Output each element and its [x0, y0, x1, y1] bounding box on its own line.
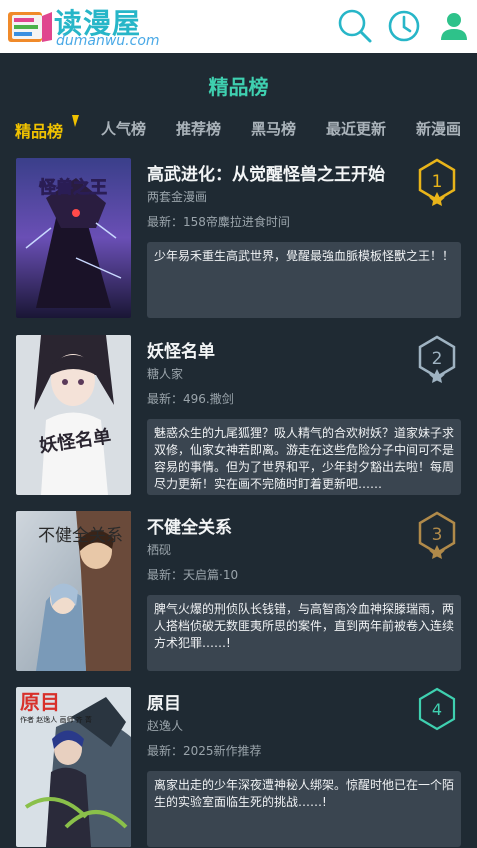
ranking-tabs: 精品榜 人气榜 推荐榜 黑马榜 最近更新 新漫画	[0, 115, 477, 142]
comic-title[interactable]: 高武进化：从觉醒怪兽之王开始	[147, 160, 385, 185]
comic-description: 脾气火爆的刑侦队长钱错，与高智商冷血神探滕瑞雨，两人搭档侦破无数匪夷所思的案件，…	[147, 595, 461, 671]
comic-author: 赵逸人	[147, 719, 184, 733]
logo-book-icon	[8, 12, 52, 42]
comic-description: 魅惑众生的九尾狐狸？吸人精气的合欢树妖？道家妹子求双修，仙家女神若即离。游走在这…	[147, 419, 461, 495]
rank-1-badge-icon: 1	[418, 158, 456, 206]
cover-title-art: 原目	[20, 690, 60, 714]
comic-title[interactable]: 原目	[147, 689, 181, 714]
list-item[interactable]: 不健全关系 不健全关系 栖砚 最新：天启篇·10 脾气火爆的刑侦队长钱错，与高智…	[16, 511, 462, 671]
cover-credit-text: 作者 赵逸人 画师 齐 菁	[20, 715, 92, 724]
tab-xinmanhua[interactable]: 新漫画	[416, 118, 461, 139]
comic-description: 少年易禾重生高武世界，覺醒最強血脈模板怪獸之王！！	[147, 242, 461, 318]
cover-title-art: 不健全关系	[38, 526, 123, 546]
rank-number: 1	[432, 172, 443, 192]
latest-chapter[interactable]: 最新：天启篇·10	[147, 566, 238, 583]
tab-heima[interactable]: 黑马榜	[251, 118, 296, 139]
tab-tuijian[interactable]: 推荐榜	[176, 118, 221, 139]
search-icon[interactable]	[337, 8, 373, 44]
latest-chapter[interactable]: 最新：2025新作推荐	[147, 742, 262, 759]
comic-author: 两套金漫画	[147, 190, 208, 204]
tab-renqi[interactable]: 人气榜	[101, 118, 146, 139]
cover-image[interactable]: 不健全关系	[16, 511, 131, 671]
user-icon[interactable]	[436, 8, 472, 44]
history-clock-icon[interactable]	[386, 8, 422, 44]
comic-author: 糖人家	[147, 367, 184, 381]
rank-2-badge-icon: 2	[418, 335, 456, 383]
app-header: 读漫屋 dumanwu.com	[0, 0, 477, 53]
rank-number: 3	[432, 525, 443, 545]
active-tab-marker-icon	[72, 115, 79, 127]
page-title: 精品榜	[208, 75, 269, 99]
list-item[interactable]: 原目 作者 赵逸人 画师 齐 菁 原目 赵逸人 最新：2025新作推荐 离家出走…	[16, 687, 462, 847]
latest-chapter[interactable]: 最新：158帝麋拉进食时间	[147, 213, 290, 230]
list-item[interactable]: 怪兽之王 高武进化：从觉醒怪兽之王开始 两套金漫画 最新：158帝麋拉进食时间 …	[16, 158, 462, 318]
comic-title[interactable]: 妖怪名单	[147, 337, 215, 362]
list-item[interactable]: 妖怪名单 妖怪名单 糖人家 最新：496.撒剑 魅惑众生的九尾狐狸？吸人精气的合…	[16, 335, 462, 495]
cover-image[interactable]: 原目 作者 赵逸人 画师 齐 菁	[16, 687, 131, 847]
rank-4-badge-icon: 4	[418, 687, 456, 731]
latest-chapter[interactable]: 最新：496.撒剑	[147, 390, 234, 407]
rank-3-badge-icon: 3	[418, 511, 456, 559]
comic-title[interactable]: 不健全关系	[147, 513, 232, 538]
logo-subtitle: dumanwu.com	[56, 33, 160, 49]
tab-zuijin[interactable]: 最近更新	[326, 118, 386, 139]
comic-author: 栖砚	[147, 543, 172, 557]
cover-title-art: 怪兽之王	[39, 177, 107, 198]
rank-number: 2	[432, 349, 443, 369]
cover-image[interactable]: 怪兽之王	[16, 158, 131, 318]
rank-number: 4	[432, 700, 442, 719]
cover-image[interactable]: 妖怪名单	[16, 335, 131, 495]
tab-jingpin[interactable]: 精品榜	[15, 118, 63, 142]
comic-description: 离家出走的少年深夜遭神秘人绑架。惊醒时他已在一个陌生的实验室面临生死的挑战……!	[147, 771, 461, 847]
